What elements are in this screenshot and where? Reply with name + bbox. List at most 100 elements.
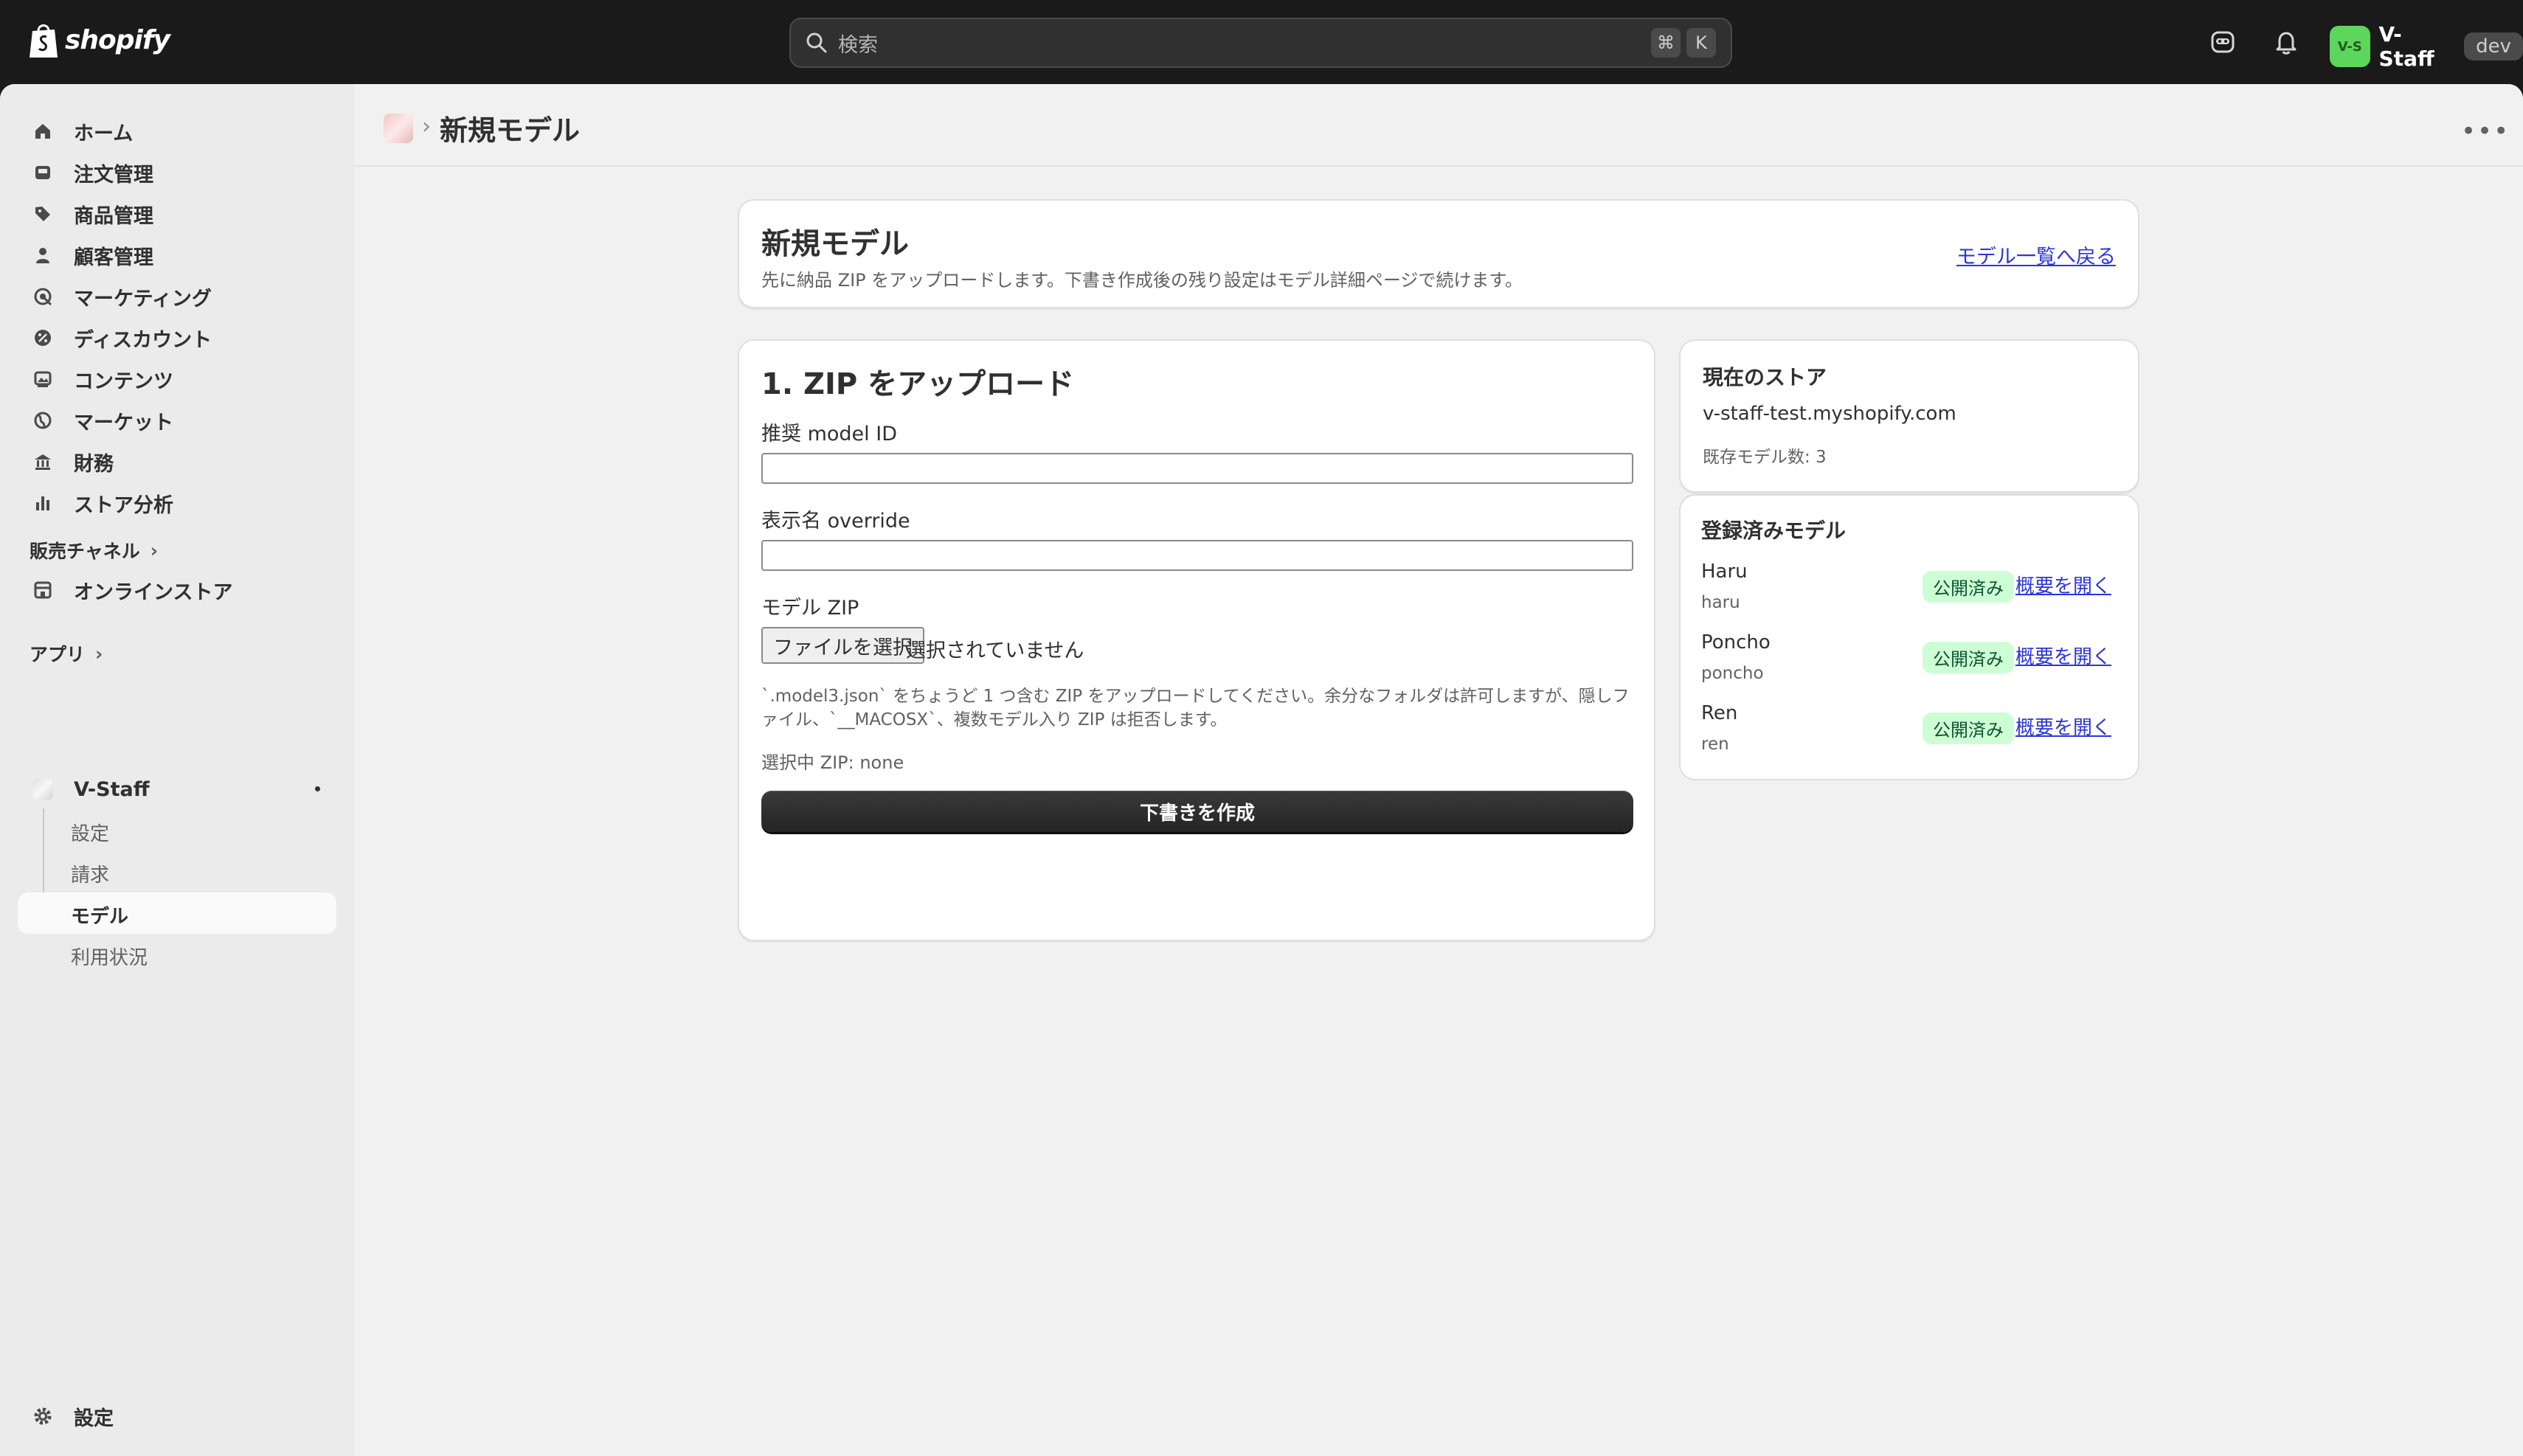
sidebar-subitem-models[interactable]: モデル — [71, 901, 128, 929]
intro-card: 新規モデル 先に納品 ZIP をアップロードします。下書き作成後の残り設定はモデ… — [738, 199, 2139, 308]
sidebar-item-finance[interactable]: 財務 — [18, 443, 336, 481]
file-status: 選択されていません — [906, 639, 1084, 662]
person-icon — [31, 243, 55, 267]
open-overview-link[interactable]: 概要を開く — [2015, 571, 2111, 598]
sidebar-item-products[interactable]: 商品管理 — [18, 195, 336, 233]
status-badge: 公開済み — [1922, 713, 2014, 744]
sidebar-subitem-usage[interactable]: 利用状況 — [71, 943, 148, 970]
store-card: 現在のストア v-staff-test.myshopify.com 既存モデル数… — [1679, 339, 2139, 493]
registered-models-content: 登録済みモデル Haru haru 公開済み 概要を開く Poncho ponc… — [1679, 494, 2139, 780]
sidebar-item-discounts[interactable]: ディスカウント — [18, 319, 336, 357]
sales-channels-label: 販売チャネル — [30, 541, 140, 562]
search-bar[interactable]: 検索 ⌘ K — [789, 18, 1732, 68]
back-to-models-link[interactable]: モデル一覧へ戻る — [1956, 240, 2116, 269]
top-bar: shopify 検索 ⌘ K V-S V-Staff dev — [0, 0, 2523, 84]
inbox-icon — [31, 161, 55, 184]
sidebar-item-label: 顧客管理 — [74, 246, 153, 269]
zip-help-text: `.model3.json` をちょうど 1 つ含む ZIP をアップロードして… — [761, 687, 1630, 729]
sidebar-item-home[interactable]: ホーム — [18, 112, 336, 150]
chevron-right-icon: › — [150, 539, 159, 561]
sidebar-item-customers[interactable]: 顧客管理 — [18, 236, 336, 274]
main-content: › 新規モデル ••• 新規モデル 先に納品 ZIP をアップロードします。下書… — [354, 84, 2523, 1456]
sidebar-item-markets[interactable]: マーケット — [18, 401, 336, 440]
sidebar-item-analytics[interactable]: ストア分析 — [18, 484, 336, 522]
sidebar-item-marketing[interactable]: マーケティング — [18, 277, 336, 316]
model-name: Ren — [1701, 702, 1738, 724]
search-placeholder: 検索 — [838, 33, 878, 57]
models-card-title: 登録済みモデル — [1701, 519, 1847, 543]
app-breadcrumb-icon[interactable] — [384, 114, 413, 143]
sidekick-icon[interactable] — [2209, 28, 2237, 56]
model-id-input[interactable] — [761, 453, 1633, 484]
shortcut-key-cmd: ⌘ — [1651, 28, 1681, 58]
more-actions-icon[interactable]: ••• — [2461, 117, 2510, 146]
create-draft-button[interactable]: 下書きを作成 — [761, 791, 1633, 832]
store-name: V-Staff — [2378, 22, 2434, 71]
model-name: Poncho — [1701, 631, 1771, 654]
intro-description: 先に納品 ZIP をアップロードします。下書き作成後の残り設定はモデル詳細ページ… — [761, 270, 1523, 291]
model-handle: poncho — [1701, 664, 1764, 683]
display-name-label: 表示名 override — [761, 510, 910, 533]
display-name-input[interactable] — [761, 540, 1633, 571]
model-name: Haru — [1701, 561, 1748, 583]
model-count: 既存モデル数: 3 — [1703, 448, 1827, 467]
store-avatar: V-S — [2330, 26, 2370, 67]
store-domain: v-staff-test.myshopify.com — [1703, 403, 1956, 425]
chevron-right-icon: › — [95, 642, 103, 665]
shortcut-key-k: K — [1686, 28, 1716, 58]
open-overview-link[interactable]: 概要を開く — [2015, 713, 2111, 740]
sidebar-item-label: ホーム — [74, 122, 134, 145]
image-icon — [31, 367, 55, 391]
page-title: 新規モデル — [440, 114, 581, 147]
gear-icon — [31, 1404, 55, 1428]
sidebar-item-label: 商品管理 — [74, 204, 153, 228]
sidebar-item-v-staff[interactable]: V-Staff — [18, 770, 336, 808]
tag-icon — [31, 202, 55, 226]
sidebar-item-label: マーケット — [74, 411, 173, 434]
store-card-title: 現在のストア — [1703, 365, 1827, 389]
home-icon — [31, 119, 55, 143]
app-icon — [31, 777, 55, 801]
model-handle: ren — [1701, 735, 1729, 754]
sales-channels-heading[interactable]: 販売チャネル › — [30, 537, 158, 564]
upload-title: 1. ZIP をアップロード — [761, 367, 1075, 401]
bell-icon[interactable] — [2272, 28, 2300, 56]
store-switcher[interactable]: V-S V-Staff dev — [2330, 22, 2523, 71]
shopify-logo[interactable]: shopify — [28, 21, 170, 59]
chart-icon — [31, 491, 55, 515]
status-badge: 公開済み — [1922, 642, 2014, 673]
sidebar-item-label: ストア分析 — [74, 493, 173, 517]
env-badge: dev — [2464, 32, 2523, 60]
sidebar-item-label: 財務 — [74, 452, 114, 476]
sidebar-item-orders[interactable]: 注文管理 — [18, 153, 336, 192]
sidebar-item-label: マーケティング — [74, 287, 212, 311]
sidebar-subitem-billing[interactable]: 請求 — [71, 860, 109, 887]
choose-file-button[interactable]: ファイルを選択 — [761, 627, 924, 664]
sidebar-item-online-store[interactable]: オンラインストア — [18, 571, 336, 609]
sidebar-item-label: オンラインストア — [74, 580, 233, 604]
sidebar-item-content[interactable]: コンテンツ — [18, 360, 336, 398]
pin-dot-icon — [315, 786, 320, 791]
sidebar-item-settings[interactable]: 設定 — [18, 1397, 336, 1435]
app-frame: ホーム 注文管理 商品管理 顧客管理 マーケティング ディスカウント コンテンツ — [0, 84, 2523, 1456]
apps-heading[interactable]: アプリ › — [30, 640, 103, 667]
upload-card: 1. ZIP をアップロード 推奨 model ID 表示名 override … — [738, 339, 1655, 941]
apps-label: アプリ — [30, 644, 86, 665]
intro-title: 新規モデル — [761, 227, 909, 261]
open-overview-link[interactable]: 概要を開く — [2015, 642, 2111, 669]
globe-icon — [31, 409, 55, 432]
brand-wordmark: shopify — [65, 24, 170, 55]
target-icon — [31, 285, 55, 308]
bank-icon — [31, 450, 55, 474]
sidebar-item-label: 注文管理 — [74, 163, 153, 187]
sidebar-subitem-active-bg — [18, 892, 336, 934]
search-icon — [806, 32, 827, 53]
sidebar-item-label: ディスカウント — [74, 328, 212, 352]
sidebar-item-label: V-Staff — [74, 777, 150, 801]
zip-label: モデル ZIP — [761, 597, 859, 620]
model-id-label: 推奨 model ID — [761, 423, 897, 446]
status-badge: 公開済み — [1922, 571, 2014, 603]
shopify-bag-icon — [30, 24, 58, 58]
sidebar-subitem-settings[interactable]: 設定 — [71, 819, 109, 846]
sidebar-item-label: コンテンツ — [74, 370, 173, 393]
